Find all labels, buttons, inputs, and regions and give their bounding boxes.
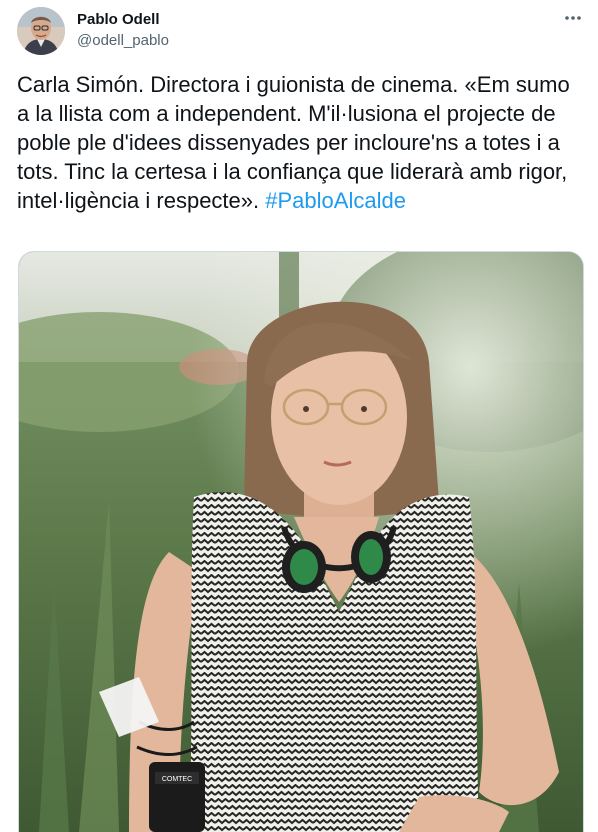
- portrait-photo: COMTEC: [19, 252, 583, 832]
- author-handle[interactable]: @odell_pablo: [77, 32, 169, 49]
- author-name[interactable]: Pablo Odell: [77, 11, 160, 28]
- avatar-photo: [17, 7, 65, 55]
- tweet-card[interactable]: Pablo Odell @odell_pablo Carla Simón. Di…: [0, 0, 598, 832]
- tweet-photo[interactable]: COMTEC: [18, 251, 584, 832]
- hashtag-link[interactable]: #PabloAlcalde: [265, 188, 406, 213]
- more-options-button[interactable]: [560, 8, 586, 28]
- more-horizontal-icon: [565, 16, 581, 20]
- device-label: COMTEC: [162, 776, 192, 783]
- author-avatar[interactable]: [17, 7, 65, 55]
- tweet-text: Carla Simón. Directora i guionista de ci…: [17, 70, 577, 215]
